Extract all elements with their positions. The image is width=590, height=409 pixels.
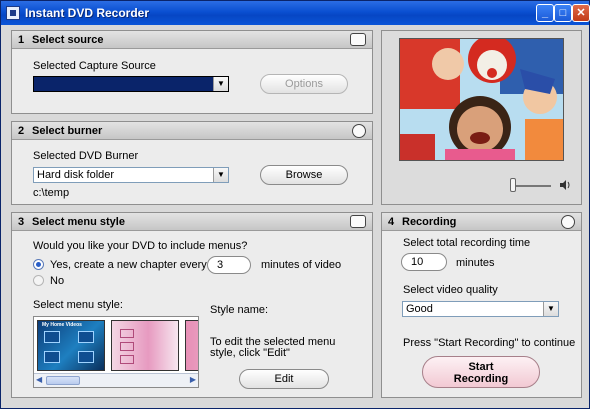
- step-number: 1: [18, 34, 25, 46]
- radio-yes-label[interactable]: Yes, create a new chapter every: [50, 259, 207, 271]
- menu-style-gallery[interactable]: My Home Videos ◀ ▶: [33, 316, 199, 388]
- panel-title: Select burner: [32, 125, 103, 137]
- output-path: c:\temp: [33, 187, 70, 199]
- recording-time-input[interactable]: 10: [401, 253, 447, 271]
- scroll-right-icon[interactable]: ▶: [190, 375, 196, 384]
- options-button-label: Options: [285, 78, 323, 90]
- close-icon: ✕: [576, 7, 586, 19]
- gallery-scrollbar[interactable]: ◀ ▶: [34, 373, 198, 387]
- dvd-burner-label: Selected DVD Burner: [33, 150, 139, 162]
- preview-image: [400, 39, 563, 160]
- capture-source-label: Selected Capture Source: [33, 60, 156, 72]
- style-name-label: Style name:: [210, 304, 269, 316]
- close-button[interactable]: ✕: [572, 4, 590, 22]
- chevron-down-icon[interactable]: ▼: [213, 77, 228, 91]
- dvd-burner-value: Hard disk folder: [37, 169, 115, 181]
- edit-button-label: Edit: [274, 373, 294, 385]
- record-icon: [561, 215, 575, 229]
- menu-style-thumbnail-1[interactable]: My Home Videos: [37, 320, 105, 371]
- thumbnail-caption: My Home Videos: [42, 322, 82, 328]
- minutes-of-video-label: minutes of video: [261, 259, 342, 271]
- thumbnail-frame: [44, 331, 60, 343]
- radio-no-label[interactable]: No: [50, 275, 64, 287]
- edit-hint: To edit the selected menu style, click "…: [210, 336, 336, 359]
- minimize-button[interactable]: _: [536, 4, 554, 22]
- menus-question: Would you like your DVD to include menus…: [33, 240, 248, 252]
- volume-slider-track[interactable]: [513, 185, 551, 187]
- browse-button-label: Browse: [285, 169, 323, 181]
- recording-time-label: Select total recording time: [403, 237, 531, 249]
- select-burner-panel: 2 Select burner Selected DVD Burner Hard…: [11, 121, 373, 205]
- panel-title: Select source: [32, 34, 104, 46]
- capture-source-dropdown[interactable]: ▼: [33, 76, 229, 92]
- browse-button[interactable]: Browse: [260, 165, 348, 185]
- dvd-burner-dropdown[interactable]: Hard disk folder ▼: [33, 167, 229, 183]
- chevron-down-icon[interactable]: ▼: [543, 302, 558, 316]
- disc-burner-icon: [352, 124, 366, 138]
- select-menu-style-header: 3 Select menu style: [12, 213, 372, 231]
- scrollbar-thumb[interactable]: [46, 376, 80, 385]
- maximize-button[interactable]: □: [554, 4, 572, 22]
- thumbnail-frame: [44, 351, 60, 363]
- panel-title: Select menu style: [32, 216, 125, 228]
- menu-style-thumbnail-2[interactable]: [111, 320, 179, 371]
- panel-title: Recording: [402, 216, 457, 228]
- video-quality-value: Good: [406, 303, 433, 315]
- volume-slider-handle[interactable]: [510, 178, 516, 192]
- video-quality-label: Select video quality: [403, 284, 498, 296]
- thumbnail-frame: [78, 331, 94, 343]
- start-recording-label-line2: Recording: [453, 373, 509, 385]
- select-source-header: 1 Select source: [12, 31, 372, 49]
- start-recording-label-line1: Start: [468, 361, 494, 373]
- video-quality-dropdown[interactable]: Good ▼: [402, 301, 559, 317]
- video-preview: [399, 38, 564, 161]
- menu-style-thumbnail-3[interactable]: [185, 320, 198, 371]
- start-recording-hint: Press "Start Recording" to continue: [403, 337, 576, 349]
- maximize-icon: □: [559, 7, 567, 19]
- thumbnail-frame: [78, 351, 94, 363]
- title-bar[interactable]: Instant DVD Recorder _ □ ✕: [1, 1, 590, 25]
- options-button[interactable]: Options: [260, 74, 348, 94]
- radio-no-menus[interactable]: [33, 275, 44, 286]
- thumbnail-frame: [120, 342, 134, 351]
- speaker-icon[interactable]: [559, 179, 571, 191]
- menu-style-label: Select menu style:: [33, 299, 123, 311]
- start-recording-button[interactable]: Start Recording: [422, 356, 540, 388]
- window-title: Instant DVD Recorder: [25, 6, 150, 20]
- thumbnail-frame: [120, 355, 134, 364]
- app-window: Instant DVD Recorder _ □ ✕ 1 Select sour…: [0, 0, 590, 409]
- edit-button[interactable]: Edit: [239, 369, 329, 389]
- select-burner-header: 2 Select burner: [12, 122, 372, 140]
- chevron-down-icon[interactable]: ▼: [213, 168, 228, 182]
- minimize-icon: _: [541, 7, 549, 19]
- step-number: 4: [388, 216, 395, 228]
- chapter-minutes-input[interactable]: 3: [207, 256, 251, 274]
- scroll-left-icon[interactable]: ◀: [36, 375, 42, 384]
- thumbnail-frame: [120, 329, 134, 338]
- radio-yes-chapters[interactable]: [33, 259, 44, 270]
- step-number: 3: [18, 216, 25, 228]
- step-number: 2: [18, 125, 25, 137]
- app-icon: [6, 6, 20, 20]
- recording-header: 4 Recording: [382, 213, 581, 231]
- select-source-panel: 1 Select source Selected Capture Source …: [11, 30, 373, 114]
- capture-device-icon: [350, 33, 366, 46]
- recording-time-unit: minutes: [456, 257, 495, 269]
- menu-layout-icon: [350, 215, 366, 228]
